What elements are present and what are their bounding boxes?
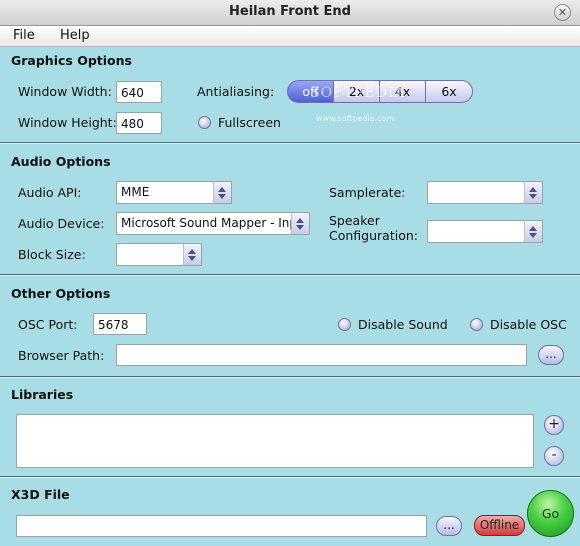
close-icon[interactable]: ✕ [554,4,571,21]
go-button[interactable]: Go [527,490,574,537]
window-title: Heilan Front End [229,4,351,19]
audio-section-title: Audio Options [11,154,111,169]
speaker-config-select[interactable] [427,220,543,243]
osc-port-input[interactable]: 5678 [93,313,147,335]
fullscreen-radio[interactable] [198,116,211,129]
browser-path-input[interactable] [116,344,527,366]
separator [0,376,580,378]
separator [0,274,580,276]
browser-path-label: Browser Path: [18,348,105,363]
offline-button[interactable]: Offline [474,515,525,536]
fullscreen-label: Fullscreen [218,115,281,130]
speaker-config-label-line2: Configuration: [329,228,418,243]
block-size-select[interactable] [116,243,202,266]
speaker-config-label-line1: Speaker [329,213,380,228]
audio-device-value: Microsoft Sound Mapper - Input [121,216,291,230]
antialiasing-option-4x[interactable]: 4x [379,80,426,103]
audio-api-label: Audio API: [18,185,82,200]
disable-osc-radio[interactable] [470,318,483,331]
browser-path-browse-button[interactable]: ... [538,345,564,365]
audio-device-label: Audio Device: [18,216,105,231]
window-width-input[interactable]: 640 [116,81,162,103]
updown-arrows-icon [213,182,231,203]
x3d-section-title: X3D File [11,487,70,502]
other-section-title: Other Options [11,286,111,301]
x3d-file-input[interactable] [16,515,427,537]
samplerate-select[interactable] [427,181,543,204]
libraries-list[interactable] [16,414,534,468]
audio-device-select[interactable]: Microsoft Sound Mapper - Input [116,212,310,235]
watermark-url: www.softpedia.com [316,114,395,123]
updown-arrows-icon [183,244,201,265]
libraries-section-title: Libraries [11,387,74,402]
updown-arrows-icon [524,221,542,242]
disable-osc-label: Disable OSC [490,317,567,332]
remove-library-button[interactable]: - [544,446,564,466]
menu-file[interactable]: File [13,28,35,43]
add-library-button[interactable]: + [544,415,564,435]
separator [0,142,580,144]
osc-port-label: OSC Port: [18,317,78,332]
window-height-input[interactable]: 480 [116,112,162,134]
antialiasing-option-6x[interactable]: 6x [425,80,473,103]
antialiasing-label: Antialiasing: [197,84,275,99]
samplerate-label: Samplerate: [329,185,406,200]
block-size-label: Block Size: [18,247,86,262]
audio-api-select[interactable]: MME [116,181,232,204]
updown-arrows-icon [291,213,309,234]
title-bar: Heilan Front End ✕ [0,0,580,26]
updown-arrows-icon [524,182,542,203]
graphics-section-title: Graphics Options [11,53,132,68]
window-width-label: Window Width: [18,84,112,99]
disable-sound-label: Disable Sound [358,317,448,332]
antialiasing-option-2x[interactable]: 2x [333,80,380,103]
antialiasing-option-off[interactable]: off [287,80,334,103]
separator [0,476,580,478]
audio-api-value: MME [121,185,150,199]
menu-bar: File Help [0,26,580,47]
x3d-browse-button[interactable]: ... [436,516,462,536]
antialiasing-segmented-control: off 2x 4x 6x [287,80,473,103]
disable-sound-radio[interactable] [338,318,351,331]
menu-help[interactable]: Help [60,28,90,43]
window-height-label: Window Height: [18,115,117,130]
